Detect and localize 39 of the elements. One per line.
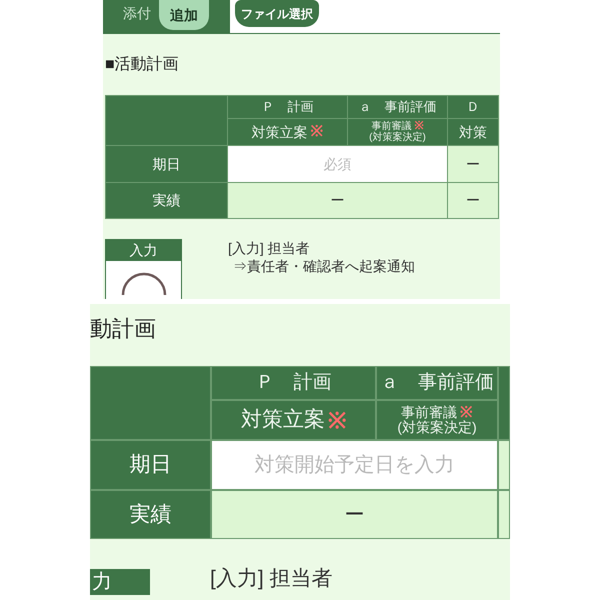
task-label: 対策立案 [241, 407, 325, 434]
phase-header: ａ 事前評価 [377, 367, 497, 399]
table-cell: ー [228, 183, 447, 218]
task-label: 対策立案 [252, 122, 308, 142]
task-label: 対策 [459, 122, 487, 142]
empty-header-cell [499, 367, 509, 439]
step-note: [入力] 担当者 [228, 239, 311, 257]
row-header: 期日 [106, 146, 227, 182]
phase-header: ａ 事前評価 [348, 96, 447, 118]
task-label: 事前審議 [372, 121, 412, 132]
required-mark: ※ [460, 405, 473, 420]
section-title: ■活動計画 [105, 54, 179, 74]
empty-cell [499, 491, 509, 538]
required-mark: ※ [310, 122, 324, 142]
required-mark: ※ [414, 121, 424, 132]
row-header: 実績 [91, 491, 210, 538]
file-select-button[interactable]: ファイル選択 [235, 0, 319, 27]
table-cell: ー [212, 491, 497, 538]
task-note: (対策案決定) [397, 420, 477, 435]
date-field[interactable]: 対策開始予定日を入力 [212, 441, 497, 489]
phase-header: Ｐ 計画 [212, 367, 375, 399]
attachment-label: 添付 [123, 4, 151, 23]
task-label: 事前審議 [401, 405, 457, 420]
step-label: 入力 [105, 239, 182, 261]
table-cell: ー [448, 146, 498, 182]
date-field[interactable]: 必須 [228, 146, 447, 182]
phase-header: Ｐ 計画 [228, 96, 347, 118]
add-button[interactable]: 追加 [159, 0, 209, 30]
step-note: [入力] 担当者 [210, 567, 333, 591]
phase-header: Ｄ [448, 96, 498, 118]
step-note: ⇒責任者・確認者へ起案通知 [232, 257, 415, 275]
task-note: (対策案決定) [369, 132, 426, 143]
row-header: 実績 [106, 183, 227, 218]
step-label: 力 [90, 569, 150, 595]
empty-cell [499, 441, 509, 489]
row-header: 期日 [91, 441, 210, 489]
required-mark: ※ [328, 406, 346, 434]
table-cell: ー [448, 183, 498, 218]
section-title: 動計画 [90, 315, 156, 343]
